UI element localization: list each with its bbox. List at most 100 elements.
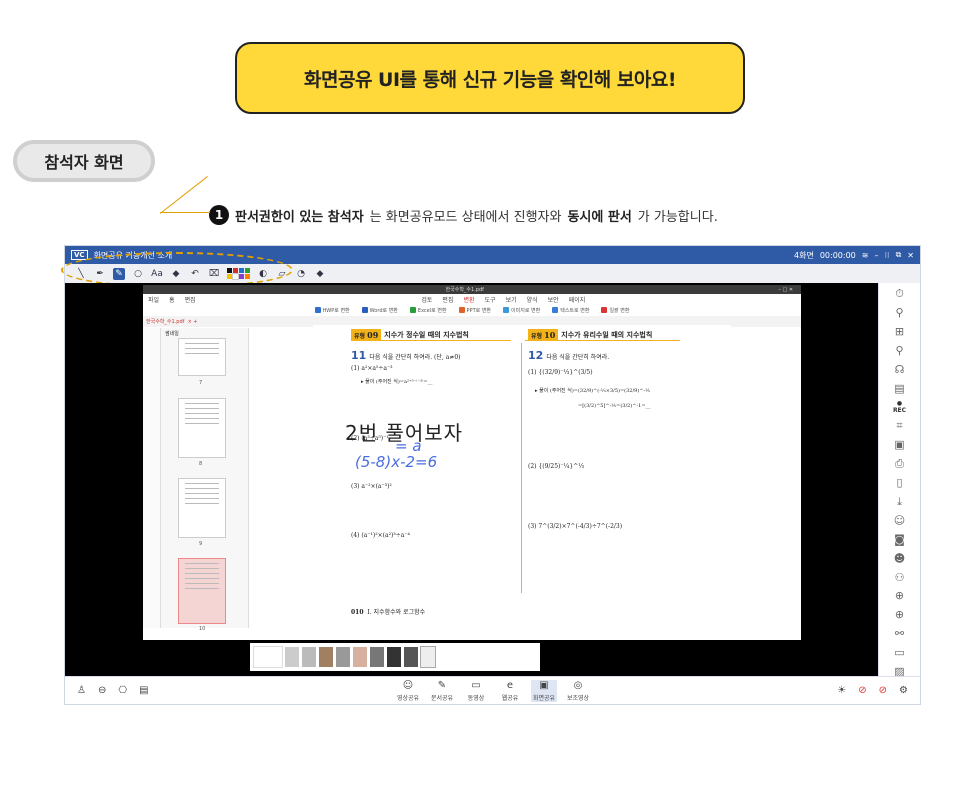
shape-tool-icon[interactable]: ○ (132, 268, 144, 280)
file-icon[interactable]: ▯ (892, 476, 908, 490)
right-section-title: 지수가 유리수일 때의 지수법칙 (561, 330, 653, 339)
viewer-window-controls[interactable]: – □ ✕ (778, 287, 793, 293)
minimize-icon[interactable]: – (874, 251, 878, 260)
pen-tool-icon[interactable]: ✎ (113, 267, 125, 280)
timer-icon[interactable]: ⏱ (892, 287, 908, 301)
settings-icon[interactable]: ⚙ (899, 685, 908, 696)
grid-icon[interactable]: ⁝⁝ (884, 251, 889, 260)
palette-icon[interactable]: ◐ (257, 268, 269, 280)
fill-tool-icon[interactable]: ◆ (170, 268, 182, 280)
speaker-muted-icon[interactable]: ⊘ (879, 685, 887, 696)
question-12: 12 다음 식을 간단히 하여라. (528, 349, 610, 362)
document-share-button[interactable]: ✎ 문서공유 (429, 680, 455, 702)
color-palette[interactable] (227, 268, 250, 280)
chat-icon[interactable]: ⊖ (98, 685, 106, 696)
pin-icon[interactable]: ⚲ (892, 306, 908, 320)
convert-excel[interactable]: Excel로 변환 (409, 307, 447, 314)
callout-text-2: 가 가능합니다. (637, 209, 718, 225)
record-icon[interactable]: ● REC (892, 400, 908, 414)
participants-icon[interactable]: ☺ (892, 514, 908, 528)
page-number-9: 9 (199, 541, 203, 547)
web-share-button[interactable]: e 웹공유 (497, 680, 523, 702)
highlighter-tool-icon[interactable]: ✒ (94, 268, 106, 280)
people-icon[interactable]: ⚇ (892, 570, 908, 584)
menu-edit2[interactable]: 편집 (442, 295, 453, 304)
thumbnail-panel: 썸네일 7 8 9 10 (161, 328, 249, 632)
add-user-icon[interactable]: ⊕ (892, 589, 908, 603)
network-icon[interactable]: ⎔ (118, 685, 127, 696)
callout-bold-1: 판서권한이 있는 참석자 (235, 209, 364, 225)
menu-security[interactable]: 보안 (548, 295, 559, 304)
lightbulb-icon[interactable]: ☀ (837, 685, 846, 696)
convert-text[interactable]: 텍스트로 변환 (552, 307, 589, 314)
menu-view[interactable]: 보기 (506, 295, 517, 304)
q12-item-3: (3) 7^(3/2)×7^(-4/3)÷7^(-2/3) (528, 523, 623, 530)
text-tool-icon[interactable]: Aa (151, 268, 163, 280)
right-sidebar: ⏱ ⚲ ⊞ ⚲ ☊ ▤ ● REC ⌗ ▣ ⎙ ▯ ⤓ ☺ ◙ ☻ ⚇ ⊕ ⊕ ⚯… (878, 283, 920, 678)
viewer-left-iconbar (143, 328, 161, 628)
app-logo: VC (71, 250, 88, 260)
video-share-button[interactable]: ☺ 영상공유 (395, 680, 421, 702)
menu-edit[interactable]: 편집 (185, 295, 196, 304)
menu-tools[interactable]: 도구 (485, 295, 496, 304)
clipboard-icon[interactable]: ▤ (892, 381, 908, 395)
page-title: 화면공유 UI를 통해 신규 기능을 확인해 보아요! (304, 68, 677, 91)
color-fill-icon[interactable]: ◆ (314, 268, 326, 280)
menu-form[interactable]: 양식 (527, 295, 538, 304)
menu-file[interactable]: 파일 (148, 295, 159, 304)
capture-tool-icon[interactable]: ◔ (295, 268, 307, 280)
q11-item-4: (4) (a⁻¹)²×(a²)³÷a⁻⁴ (351, 532, 410, 539)
close-icon[interactable]: ✕ (907, 251, 914, 260)
shared-screen-area: 한국수학_수1.pdf – □ ✕ 파일 홈 편집 검토 편집 변환 도구 보기… (65, 283, 880, 678)
add-user2-icon[interactable]: ⊕ (892, 608, 908, 622)
mic-icon[interactable]: ⚲ (892, 344, 908, 358)
user-icon[interactable]: ♙ (77, 685, 86, 696)
line-tool-icon[interactable]: ╲ (75, 268, 87, 280)
convert-hwp[interactable]: HWP로 변환 (314, 307, 350, 314)
screen-share-button[interactable]: ▣ 화면공유 (531, 679, 557, 702)
ad-banner[interactable] (250, 643, 540, 671)
page-thumb-10[interactable] (178, 558, 226, 624)
menu-review[interactable]: 검토 (421, 295, 432, 304)
emoji-icon[interactable]: ☻ (892, 551, 908, 565)
callout-leader-line (160, 212, 210, 246)
page-thumb-7[interactable] (178, 338, 226, 376)
convert-batch[interactable]: 일괄 변환 (601, 307, 629, 314)
page-thumb-9[interactable] (178, 478, 226, 538)
document-tab-label[interactable]: 한국수학_수1.pdf (146, 318, 184, 325)
menu-convert[interactable]: 변환 (463, 295, 474, 304)
crop-icon[interactable]: ⌗ (892, 419, 908, 433)
headset-icon[interactable]: ☊ (892, 362, 908, 376)
secondary-video-button[interactable]: ◎ 보조영상 (565, 680, 591, 702)
page-number-7: 7 (199, 380, 203, 386)
viewer-title: 한국수학_수1.pdf (445, 287, 484, 293)
convert-toolbar: HWP로 변환 Word로 변환 Excel로 변환 PPT로 변환 이미지로 … (143, 304, 801, 316)
feature-callout: 1 판서권한이 있는 참석자 는 화면공유모드 상태에서 진행자와 동시에 판서 가… (209, 205, 718, 225)
conference-app-window: VC 화면공유 기능개선 소개 4화면 00:00:00 ≋ – ⁝⁝ ⧉ ✕ … (61, 245, 921, 705)
mic-muted-icon[interactable]: ⊘ (858, 685, 866, 696)
handwritten-annotation-2: (5-8)x-2=6 (355, 453, 438, 471)
screen-icon[interactable]: ▭ (892, 645, 908, 659)
user-card-icon[interactable]: ◙ (892, 533, 908, 547)
undo-tool-icon[interactable]: ↶ (189, 268, 201, 280)
link-icon[interactable]: ⚯ (892, 627, 908, 641)
screen-count[interactable]: 4화면 (794, 250, 814, 261)
print-icon[interactable]: ⎙ (892, 457, 908, 471)
document-icon[interactable]: ▤ (139, 685, 148, 696)
restore-icon[interactable]: ⧉ (896, 250, 902, 260)
layout-icon[interactable]: ⊞ (892, 325, 908, 339)
convert-word[interactable]: Word로 변환 (361, 307, 398, 314)
document-page: 유형 09 지수가 정수일 때의 지수법칙 유형 10 지수가 유리수일 때의 … (313, 325, 731, 640)
eraser-tool-icon[interactable]: ▱ (276, 268, 288, 280)
clear-tool-icon[interactable]: ⌧ (208, 268, 220, 280)
page-footer: 010 I. 지수함수와 로그함수 (351, 609, 426, 616)
page-thumb-8[interactable] (178, 398, 226, 458)
menu-home[interactable]: 홈 (169, 295, 175, 304)
wifi-icon: ≋ (861, 250, 869, 260)
download-icon[interactable]: ⤓ (892, 495, 908, 509)
capture-icon[interactable]: ▣ (892, 438, 908, 452)
menu-page[interactable]: 페이지 (569, 295, 586, 304)
convert-ppt[interactable]: PPT로 변환 (458, 307, 491, 314)
movie-button[interactable]: ▭ 동영상 (463, 680, 489, 702)
convert-image[interactable]: 이미지로 변환 (503, 307, 540, 314)
